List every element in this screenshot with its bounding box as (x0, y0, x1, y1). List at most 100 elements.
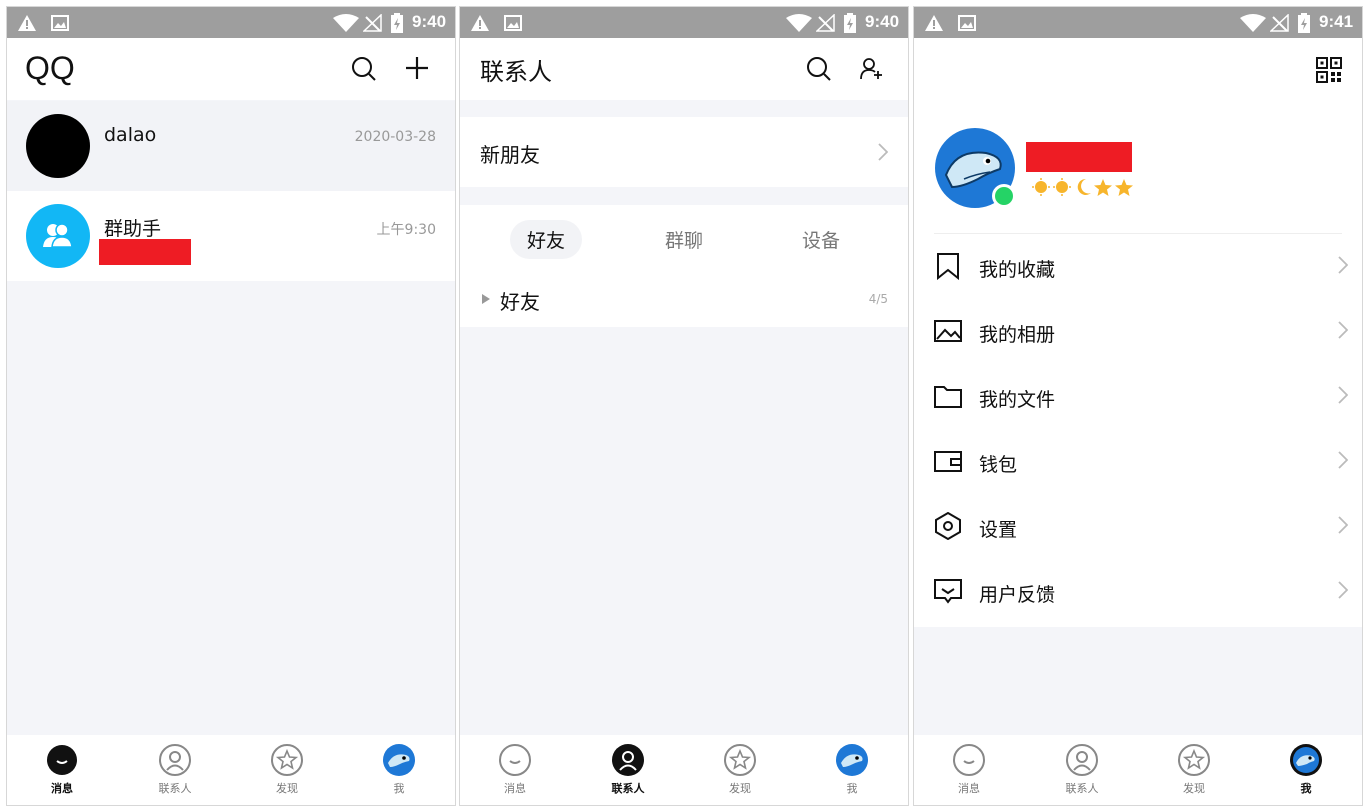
add-friend-icon[interactable] (859, 56, 885, 82)
tab-me[interactable]: 我 (1271, 743, 1341, 796)
tab-messages[interactable]: 消息 (27, 743, 97, 796)
conversation-date: 2020-03-28 (354, 129, 436, 145)
expand-triangle-icon[interactable] (482, 294, 490, 304)
menu-item-files[interactable]: 我的文件 (914, 365, 1362, 430)
chevron-right-icon (1338, 581, 1348, 599)
tab-me[interactable]: 我 (364, 743, 434, 796)
conversation-name: dalao (104, 124, 157, 146)
tab-label: 发现 (1183, 782, 1205, 795)
redacted-nickname (1026, 142, 1132, 172)
menu-item-album[interactable]: 我的相册 (914, 300, 1362, 365)
no-signal-icon (363, 14, 382, 32)
chevron-right-icon (1338, 321, 1348, 339)
conversation-item[interactable]: 群助手 上午9:30 (7, 191, 455, 281)
divider (934, 233, 1342, 234)
wifi-icon (1240, 14, 1266, 32)
settings-hexagon-icon (935, 512, 961, 540)
search-icon[interactable] (806, 56, 832, 82)
friend-group-name[interactable]: 好友 (500, 286, 540, 315)
tab-label: 联系人 (1065, 782, 1099, 795)
tab-label: 联系人 (611, 782, 645, 795)
warning-icon (925, 15, 943, 31)
messages-header: QQ (7, 38, 455, 100)
conversation-date: 上午9:30 (376, 222, 436, 238)
search-icon[interactable] (351, 56, 377, 82)
conversation-item[interactable]: dalao 2020-03-28 (7, 101, 455, 191)
tab-label: 发现 (729, 782, 751, 795)
three-screen-collage: 9:40 QQ dalao 2020-03-28 群助手 上午9:30 消息 联… (0, 0, 1369, 812)
tab-discover[interactable]: 发现 (1159, 743, 1229, 796)
chevron-right-icon (1338, 451, 1348, 469)
dolphin-avatar-icon (836, 744, 868, 776)
tab-label: 消息 (958, 782, 980, 795)
chevron-right-icon (1338, 386, 1348, 404)
menu-label: 我的相册 (979, 324, 1056, 346)
tab-label: 发现 (276, 782, 298, 795)
segment-friends[interactable]: 好友 (510, 220, 583, 259)
star-icon (724, 744, 756, 776)
battery-charging-icon (1298, 13, 1310, 33)
menu-item-feedback[interactable]: 用户反馈 (914, 560, 1362, 625)
group-helper-avatar (26, 204, 90, 268)
redacted-preview (99, 239, 191, 265)
chat-bubble-icon (499, 744, 531, 776)
status-bar: 9:41 (914, 7, 1362, 38)
menu-item-wallet[interactable]: 钱包 (914, 430, 1362, 495)
profile-avatar[interactable] (934, 127, 1016, 209)
level-badges-icon (1032, 178, 1133, 196)
qr-code-icon[interactable] (1316, 57, 1342, 83)
tab-me[interactable]: 我 (817, 743, 887, 796)
contacts-header: 联系人 (460, 38, 908, 100)
tab-contacts[interactable]: 联系人 (593, 743, 663, 796)
avatar (26, 114, 90, 178)
wifi-icon (333, 14, 359, 32)
folder-icon (934, 386, 962, 408)
no-signal-icon (816, 14, 835, 32)
chevron-right-icon (878, 143, 888, 161)
no-signal-icon (1270, 14, 1289, 32)
plus-icon[interactable] (405, 56, 429, 80)
menu-label: 用户反馈 (979, 584, 1056, 606)
status-bar: 9:40 (7, 7, 455, 38)
battery-charging-icon (844, 13, 856, 33)
segment-groups[interactable]: 群聊 (665, 226, 703, 253)
person-icon (159, 744, 191, 776)
image-notification-icon (958, 15, 976, 31)
bottom-tab-bar: 消息 联系人 发现 我 (460, 735, 908, 805)
dolphin-avatar-icon (383, 744, 415, 776)
new-friends-label: 新朋友 (480, 143, 540, 167)
person-icon (1066, 744, 1098, 776)
image-notification-icon (504, 15, 522, 31)
me-screen: 9:41 我的收藏 我的相册 我的文件 钱包 设置 用户反馈 消息 联系人 发现… (913, 6, 1363, 806)
online-status-dot (992, 184, 1016, 208)
segment-devices[interactable]: 设备 (802, 226, 840, 253)
status-time: 9:40 (865, 12, 900, 31)
person-icon (612, 744, 644, 776)
tab-contacts[interactable]: 联系人 (1047, 743, 1117, 796)
tab-discover[interactable]: 发现 (705, 743, 775, 796)
tab-discover[interactable]: 发现 (252, 743, 322, 796)
warning-icon (471, 15, 489, 31)
messages-screen: 9:40 QQ dalao 2020-03-28 群助手 上午9:30 消息 联… (6, 6, 456, 806)
tab-label: 消息 (504, 782, 526, 795)
new-friends-row[interactable]: 新朋友 (460, 117, 908, 187)
menu-label: 我的文件 (979, 389, 1056, 411)
star-icon (1178, 744, 1210, 776)
bottom-tab-bar: 消息 联系人 发现 我 (7, 735, 455, 805)
tab-contacts[interactable]: 联系人 (140, 743, 210, 796)
chat-bubble-icon (47, 745, 77, 775)
status-bar: 9:40 (460, 7, 908, 38)
menu-item-settings[interactable]: 设置 (914, 495, 1362, 560)
group-icon (43, 223, 73, 248)
tab-label: 我 (1300, 782, 1312, 795)
tab-messages[interactable]: 消息 (934, 743, 1004, 796)
page-title: 联系人 (480, 58, 552, 86)
friend-group-count: 4/5 (868, 292, 888, 306)
dolphin-avatar-icon (1290, 744, 1322, 776)
status-time: 9:41 (1319, 12, 1354, 31)
bottom-tab-bar: 消息 联系人 发现 我 (914, 735, 1362, 805)
contacts-screen: 9:40 联系人 新朋友 好友 群聊 设备 好友 4/5 消息 联系人 发现 我 (459, 6, 909, 806)
tab-messages[interactable]: 消息 (480, 743, 550, 796)
chevron-right-icon (1338, 256, 1348, 274)
menu-item-favorites[interactable]: 我的收藏 (914, 235, 1362, 300)
